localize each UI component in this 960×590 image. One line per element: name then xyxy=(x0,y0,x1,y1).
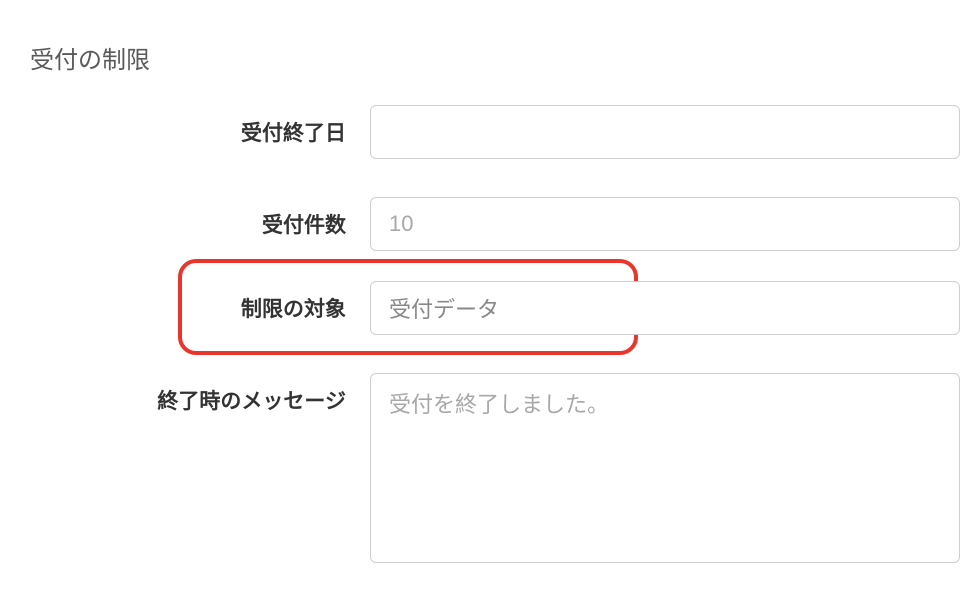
label-cell: 受付件数 xyxy=(30,197,370,239)
end-date-label: 受付終了日 xyxy=(241,122,346,145)
count-label: 受付件数 xyxy=(262,214,346,237)
form-row-target: 制限の対象 受付データ xyxy=(30,281,960,335)
end-date-input[interactable] xyxy=(370,105,960,159)
form-row-end-date: 受付終了日 xyxy=(30,105,960,159)
end-message-textarea[interactable] xyxy=(370,373,960,563)
label-cell: 受付終了日 xyxy=(30,105,370,147)
target-select-value: 受付データ xyxy=(389,292,499,324)
input-cell xyxy=(370,373,960,568)
target-label: 制限の対象 xyxy=(241,298,346,321)
label-cell: 終了時のメッセージ xyxy=(30,373,370,415)
input-cell xyxy=(370,197,960,251)
form-container: 受付の制限 受付終了日 受付件数 制限の対象 受付データ 終了時のメッセージ xyxy=(0,0,960,568)
input-cell: 受付データ xyxy=(370,281,960,335)
target-select[interactable]: 受付データ xyxy=(370,281,960,335)
count-input[interactable] xyxy=(370,197,960,251)
form-row-count: 受付件数 xyxy=(30,197,960,251)
section-heading: 受付の制限 xyxy=(30,40,960,75)
form-row-end-message: 終了時のメッセージ xyxy=(30,373,960,568)
input-cell xyxy=(370,105,960,159)
label-cell: 制限の対象 xyxy=(30,281,370,323)
end-message-label: 終了時のメッセージ xyxy=(157,390,346,413)
